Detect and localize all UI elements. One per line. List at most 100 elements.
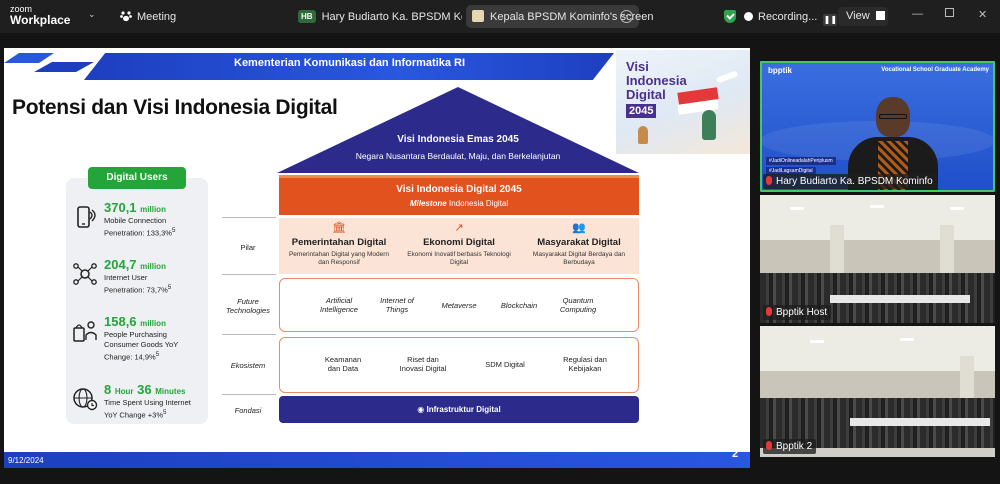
bpptik-logo: bpptik [768,66,792,75]
ekosistem-item: Keamanan dan Data [312,355,374,373]
ekosistem-item-line: Inovasi Digital [399,364,447,373]
stat-desc: Penetration: 133,3% [104,228,172,238]
screen-share-thumb-icon [472,10,484,22]
chevron-down-icon[interactable]: ⌄ [88,9,96,20]
fondasi-infrastruktur-digital: ◉ Infrastruktur Digital [279,396,639,423]
ekosistem-item: Riset dan Inovasi Digital [386,355,460,373]
room-tables [830,295,970,303]
stat-desc: Consumer Goods YoY [104,340,179,349]
minimize-icon[interactable]: — [912,8,923,20]
tab-participant-share[interactable]: HB Hary Budiarto Ka. BPSDM Kominfo's : [294,6,462,27]
paw-icon [120,11,132,22]
tab-label: Hary Budiarto Ka. BPSDM Kominfo's : [321,11,462,23]
stat-desc: Penetration: 73,7% [104,285,168,295]
row-label-ekosistem: Ekosistem [230,361,266,370]
visi-card-year: 2045 [626,104,657,118]
row-label-line: Future [237,297,259,306]
tab-screen-share[interactable]: Kepala BPSDM Kominfo's screen ··· [466,5,654,28]
row-label-pilar: Pilar [240,243,256,252]
ekosistem-item: Regulasi dan Kebijakan [552,355,618,373]
close-icon[interactable]: ✕ [978,8,987,21]
tech-item-line: Intelligence [320,305,358,314]
visi-digital-subtitle: Milestone Indonesia Digital [279,199,639,208]
pause-recording-icon[interactable]: ❚❚ [823,14,838,26]
stat-desc: Time Spent Using Internet [104,398,191,407]
milestone-rest: Indonesia Digital [446,199,509,208]
stat-value: 36 [137,382,152,397]
video-tile-bpptik-2[interactable]: Bpptik 2 [760,326,995,457]
tech-item-line: Artificial [325,296,353,305]
slide-title: Potensi dan Visi Indonesia Digital [12,96,338,119]
plane-icon [715,70,739,84]
tech-item: Blockchain [500,301,538,310]
participant-name-tag: Bpptik 2 [763,439,817,454]
tech-item: Artificial Intelligence [309,296,369,314]
tech-item-line: Computing [559,305,597,314]
person-illustration [638,126,648,144]
digital-users-badge: Digital Users [88,167,186,189]
ekosistem-item-line: dan Data [327,364,359,373]
video-tile-host[interactable]: Bpptik Host [760,195,995,323]
pilar-desc: Pemerintahan Digital yang Modern dan Res… [288,251,390,266]
ceiling-light [810,340,824,343]
stat-unit: million [140,205,166,214]
zoom-toolbar: zoom Workplace ⌄ Meeting HB Hary Budiarto… [0,0,1000,33]
stat-unit: million [140,319,166,328]
visi-card-title: Visi Indonesia Digital [626,60,687,102]
pilar-desc: Masyarakat Digital Berdaya dan Berbudaya [532,251,626,266]
footer-band [4,452,750,468]
participant-name: Bpptik Host [776,307,828,318]
tech-item: Internet of Things [369,296,425,314]
record-dot-icon [744,12,753,21]
participant-name-tag: Bpptik Host [763,305,832,320]
ekosistem-item: SDM Digital [485,360,525,369]
pilar-title: Pemerintahan Digital [291,237,387,248]
meeting-tab[interactable]: Meeting [120,10,176,23]
more-options-icon[interactable]: ··· [620,10,633,23]
stat-desc: People Purchasing [104,330,167,339]
stat-value: 370,1 [104,200,137,215]
roof-subtitle: Negara Nusantara Berdaulat, Maju, dan Be… [355,151,561,161]
visi-digital-title: Visi Indonesia Digital 2045 [396,184,522,195]
stat-footnote: 5 [171,227,176,234]
divider [222,217,276,218]
participant-name: Bpptik 2 [776,441,813,452]
mic-muted-icon [766,307,772,316]
stat-desc: Internet User [104,273,148,282]
ceiling-light [950,207,964,210]
speaker-glasses [879,114,907,119]
room-tables [850,418,990,426]
tech-item: Quantum Computing [550,296,606,314]
stat-value: 204,7 [104,257,137,272]
header-stripe [34,62,94,72]
pilar-masyarakat-digital: 👥 Masyarakat Digital Masyarakat Digital … [519,218,639,274]
meeting-label: Meeting [137,11,177,23]
mic-muted-icon [766,176,772,185]
globe-clock-icon [73,388,98,411]
row-label-line: Technologies [226,306,270,315]
divider [222,334,276,335]
people-group-icon: 👥 [572,222,586,234]
participant-name-tag: Hary Budiarto Ka. BPSDM Kominfo [763,174,937,189]
slide-header: Kementerian Komunikasi dan Informatika R… [234,57,466,69]
room-ceiling [760,195,995,240]
stat-unit: million [140,262,166,271]
pilar-pemerintahan-digital: 🏛 Pemerintahan Digital Pemerintahan Digi… [279,218,399,274]
view-label: View [846,10,870,22]
visi-card-line: Digital [626,87,666,102]
view-button[interactable]: View [838,7,888,26]
visi-card-line: Visi [626,59,649,74]
stat-desc: YoY Change +3% [104,410,164,420]
roof-title: Visi Indonesia Emas 2045 [397,134,519,145]
hashtag-label: #JadiOnlineadalahPeriplusm [766,157,836,165]
video-tile-speaker[interactable]: bpptik Vocational School Graduate Academ… [760,61,995,192]
person-illustration [702,110,716,140]
ceiling-light [900,338,914,341]
ekosistem-item-line: Riset dan [407,355,439,364]
maximize-icon[interactable] [945,8,954,20]
ekosistem-item-line: Keamanan [324,355,362,364]
ekosistem-item-line: Kebijakan [568,364,602,373]
zoom-workplace-logo[interactable]: zoom Workplace [10,4,70,26]
participant-name: Hary Budiarto Ka. BPSDM Kominfo [776,176,933,187]
phone-wifi-icon [77,206,96,228]
